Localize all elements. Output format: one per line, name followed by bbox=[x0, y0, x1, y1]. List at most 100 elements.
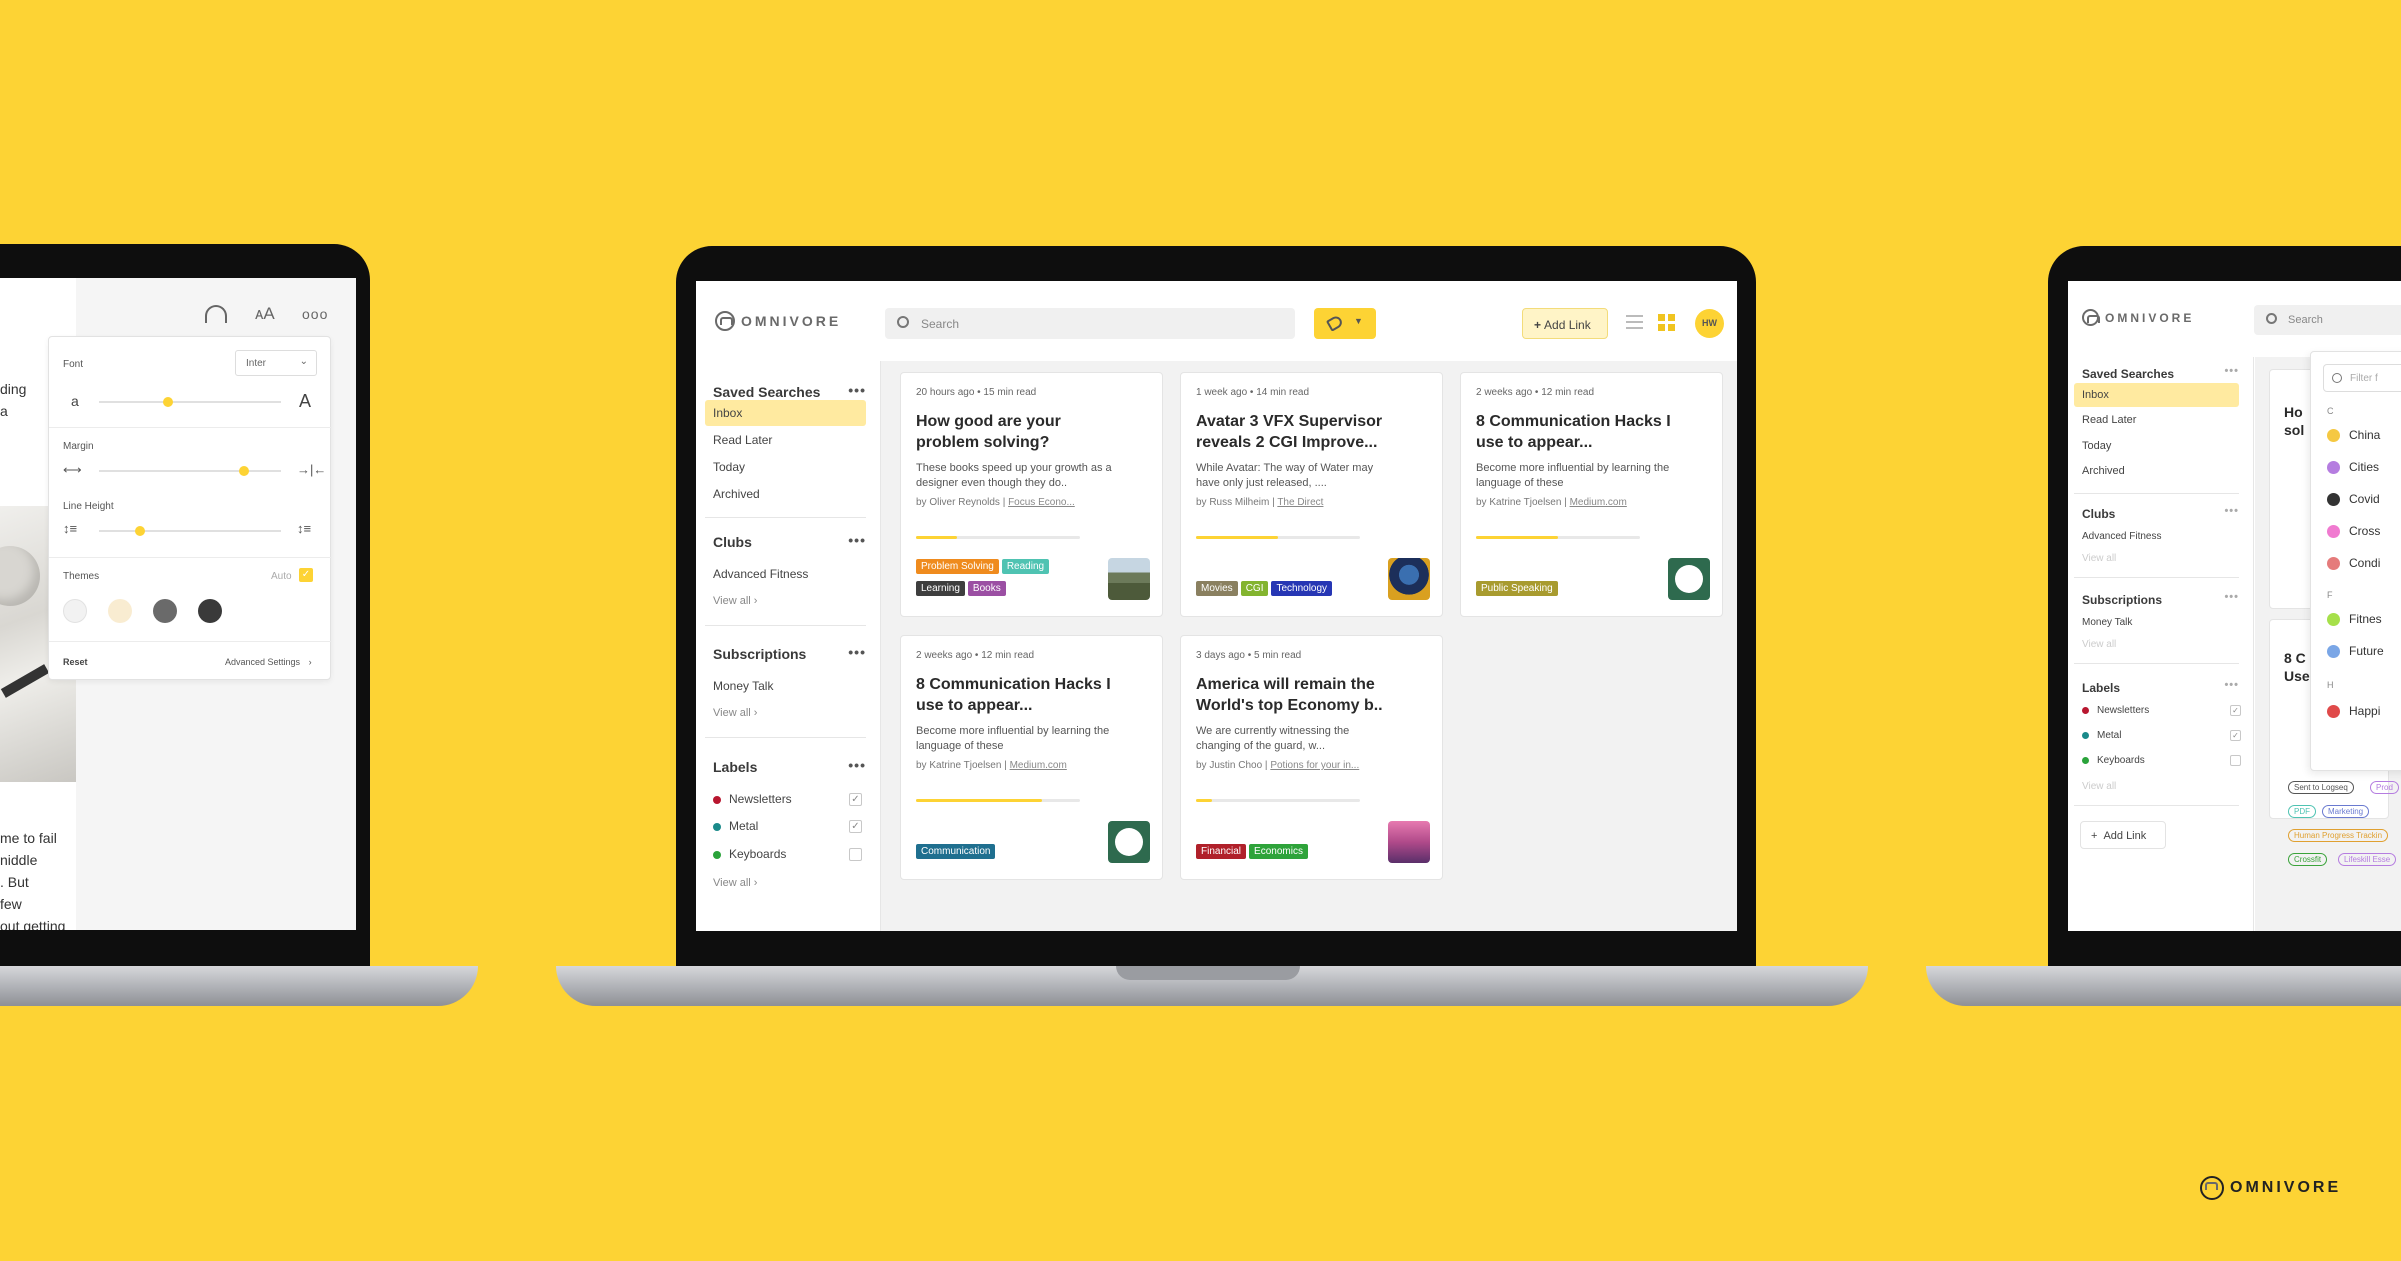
card-source-link[interactable]: The Direct bbox=[1277, 497, 1323, 508]
text-size-icon[interactable]: ᴀA bbox=[255, 304, 275, 324]
sidebar-item-advanced-fitness[interactable]: Advanced Fitness bbox=[713, 567, 808, 581]
tag-chip[interactable]: Reading bbox=[1001, 559, 1050, 574]
tag-chip[interactable]: Learning bbox=[916, 581, 965, 596]
tag-chip[interactable]: CGI bbox=[1240, 581, 1269, 596]
saved-searches-more-icon[interactable]: ••• bbox=[848, 382, 866, 398]
margin-slider[interactable] bbox=[99, 466, 281, 476]
theme-swatch-light[interactable] bbox=[63, 599, 87, 623]
sidebar-item-money-talk[interactable]: Money Talk bbox=[2082, 617, 2132, 628]
card-title[interactable]: 8 Communication Hacks I use to appear... bbox=[1476, 411, 1676, 453]
filter-input[interactable]: Filter f bbox=[2323, 364, 2401, 392]
article-card[interactable]: 1 week ago • 14 min read Avatar 3 VFX Su… bbox=[1180, 372, 1443, 617]
card-source-link[interactable]: Focus Econo... bbox=[1008, 497, 1075, 508]
dropdown-label-item[interactable]: Cities bbox=[2327, 460, 2379, 475]
pill-tag[interactable]: Prod bbox=[2370, 781, 2399, 794]
search-bar[interactable]: Search bbox=[885, 308, 1295, 339]
labels-view-all-link[interactable]: View all › bbox=[713, 877, 757, 889]
subscriptions-view-all-link[interactable]: View all bbox=[2082, 639, 2116, 650]
dropdown-label-item[interactable]: Future bbox=[2327, 644, 2384, 659]
font-slider-thumb[interactable] bbox=[163, 397, 173, 407]
avatar[interactable]: HW bbox=[1695, 309, 1724, 338]
grid-view-icon[interactable] bbox=[1658, 314, 1675, 331]
label-checkbox[interactable]: ✓ bbox=[2230, 705, 2241, 716]
tag-chip[interactable]: Problem Solving bbox=[916, 559, 999, 574]
dropdown-label-item[interactable]: China bbox=[2327, 428, 2380, 443]
pill-tag[interactable]: PDF bbox=[2288, 805, 2316, 818]
dropdown-label-item[interactable]: Cross bbox=[2327, 524, 2380, 539]
tag-chip[interactable]: Movies bbox=[1196, 581, 1238, 596]
label-item-metal[interactable]: Metal bbox=[713, 819, 758, 833]
theme-swatch-dark[interactable] bbox=[198, 599, 222, 623]
card-source-link[interactable]: Medium.com bbox=[1570, 497, 1627, 508]
add-link-button[interactable]: + Add Link bbox=[1522, 308, 1608, 339]
sidebar-item-advanced-fitness[interactable]: Advanced Fitness bbox=[2082, 531, 2162, 542]
line-height-slider[interactable] bbox=[99, 526, 281, 536]
labels-view-all-link[interactable]: View all bbox=[2082, 781, 2116, 792]
label-checkbox[interactable]: ✓ bbox=[2230, 730, 2241, 741]
article-card[interactable]: 20 hours ago • 15 min read How good are … bbox=[900, 372, 1163, 617]
sidebar-item-archived[interactable]: Archived bbox=[713, 487, 760, 501]
tag-chip[interactable]: Books bbox=[967, 581, 1006, 596]
tag-chip[interactable]: Financial bbox=[1196, 844, 1247, 859]
label-item-newsletters[interactable]: Newsletters bbox=[2082, 705, 2149, 716]
label-checkbox-metal[interactable]: ✓ bbox=[849, 820, 862, 833]
margin-slider-thumb[interactable] bbox=[239, 466, 249, 476]
article-card[interactable]: 2 weeks ago • 12 min read 8 Communicatio… bbox=[900, 635, 1163, 880]
more-icon[interactable]: ••• bbox=[2224, 365, 2239, 377]
pill-tag[interactable]: Sent to Logseq bbox=[2288, 781, 2354, 794]
sidebar-item-today[interactable]: Today bbox=[713, 460, 745, 474]
card-title[interactable]: America will remain the World's top Econ… bbox=[1196, 674, 1396, 716]
clubs-view-all-link[interactable]: View all bbox=[2082, 553, 2116, 564]
article-card[interactable]: 3 days ago • 5 min read America will rem… bbox=[1180, 635, 1443, 880]
right-search-bar[interactable]: Search bbox=[2254, 305, 2401, 335]
tag-chip[interactable]: Public Speaking bbox=[1476, 581, 1558, 596]
label-item-metal[interactable]: Metal bbox=[2082, 730, 2121, 741]
card-title[interactable]: 8 Communication Hacks I use to appear... bbox=[916, 674, 1116, 716]
pill-tag[interactable]: Human Progress Trackin bbox=[2288, 829, 2389, 842]
label-item-keyboards[interactable]: Keyboards bbox=[713, 847, 786, 861]
label-checkbox[interactable] bbox=[2230, 755, 2241, 766]
subscriptions-more-icon[interactable]: ••• bbox=[848, 644, 866, 660]
list-view-icon[interactable] bbox=[1626, 315, 1643, 329]
more-icon[interactable]: ooo bbox=[302, 306, 328, 322]
more-icon[interactable]: ••• bbox=[2224, 679, 2239, 691]
article-card[interactable]: 2 weeks ago • 12 min read 8 Communicatio… bbox=[1460, 372, 1723, 617]
pill-tag[interactable]: Marketing bbox=[2322, 805, 2370, 818]
sidebar-item-today[interactable]: Today bbox=[2082, 440, 2111, 452]
sidebar-item-archived[interactable]: Archived bbox=[2082, 465, 2125, 477]
advanced-settings-link[interactable]: Advanced Settings › bbox=[225, 657, 312, 667]
pill-tag[interactable]: Crossfit bbox=[2288, 853, 2328, 866]
clubs-more-icon[interactable]: ••• bbox=[848, 532, 866, 548]
line-height-slider-thumb[interactable] bbox=[135, 526, 145, 536]
tag-chip[interactable]: Communication bbox=[916, 844, 996, 859]
brand-logo[interactable]: OMNIVORE bbox=[715, 311, 841, 331]
reset-button[interactable]: Reset bbox=[63, 657, 88, 667]
sidebar-item-inbox[interactable]: Inbox bbox=[2082, 389, 2109, 401]
theme-swatch-gray[interactable] bbox=[153, 599, 177, 623]
theme-swatch-sepia[interactable] bbox=[108, 599, 132, 623]
label-item-keyboards[interactable]: Keyboards bbox=[2082, 755, 2145, 766]
dropdown-label-item[interactable]: Fitnes bbox=[2327, 612, 2382, 627]
card-source-link[interactable]: Medium.com bbox=[1010, 760, 1067, 771]
sidebar-item-money-talk[interactable]: Money Talk bbox=[713, 679, 773, 693]
card-title[interactable]: Avatar 3 VFX Supervisor reveals 2 CGI Im… bbox=[1196, 411, 1396, 453]
label-checkbox-newsletters[interactable]: ✓ bbox=[849, 793, 862, 806]
label-item-newsletters[interactable]: Newsletters bbox=[713, 792, 792, 806]
labels-more-icon[interactable]: ••• bbox=[848, 757, 866, 773]
card-title[interactable]: How good are your problem solving? bbox=[916, 411, 1116, 453]
dropdown-label-item[interactable]: Condi bbox=[2327, 556, 2380, 571]
card-source-link[interactable]: Potions for your in... bbox=[1270, 760, 1359, 771]
font-select[interactable]: Inter ⌄ bbox=[235, 350, 317, 376]
more-icon[interactable]: ••• bbox=[2224, 591, 2239, 603]
right-brand-logo[interactable]: OMNIVORE bbox=[2082, 309, 2194, 327]
sidebar-add-link-button[interactable]: + Add Link bbox=[2080, 821, 2166, 849]
subscriptions-view-all-link[interactable]: View all › bbox=[713, 707, 757, 719]
label-checkbox-keyboards[interactable] bbox=[849, 848, 862, 861]
tag-chip[interactable]: Economics bbox=[1249, 844, 1308, 859]
dropdown-label-item[interactable]: Covid bbox=[2327, 492, 2380, 507]
sidebar-item-inbox[interactable]: Inbox bbox=[713, 406, 742, 420]
headphones-icon[interactable] bbox=[205, 305, 227, 323]
sidebar-item-read-later[interactable]: Read Later bbox=[713, 433, 772, 447]
more-icon[interactable]: ••• bbox=[2224, 505, 2239, 517]
label-filter-button[interactable]: ▼ bbox=[1314, 308, 1376, 339]
